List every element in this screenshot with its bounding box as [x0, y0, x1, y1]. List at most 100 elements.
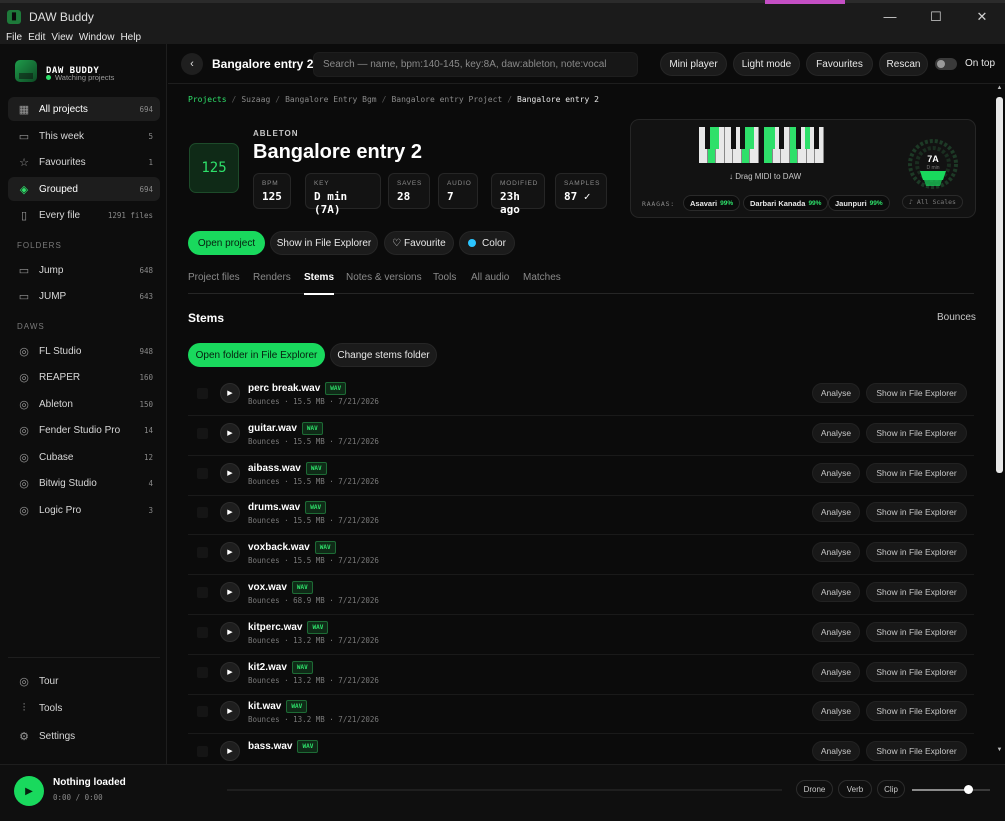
sidebar-item-fl-studio[interactable]: ◎ FL Studio 948 [8, 339, 160, 363]
stem-row[interactable]: ▶ aibass.wav WAV Bounces · 15.5 MB · 7/21/2… [188, 456, 974, 496]
row-checkbox[interactable] [197, 507, 208, 519]
sidebar-item-all-projects[interactable]: ▦ All projects 694 [8, 97, 160, 121]
row-show-in-explorer-button[interactable]: Show in File Explorer [866, 422, 967, 443]
sidebar-item-grouped[interactable]: ◈ Grouped 694 [8, 177, 160, 201]
analyse-button[interactable]: Analyse [812, 462, 860, 483]
row-checkbox[interactable] [197, 427, 208, 439]
breadcrumb-item[interactable]: Bangalore entry Project [391, 95, 502, 104]
favourite-button[interactable]: ♡ Favourite [384, 231, 454, 255]
sidebar-item-fender-studio-pro[interactable]: ◎ Fender Studio Pro 14 [8, 418, 160, 442]
light-mode-button[interactable]: Light mode [733, 52, 800, 76]
row-show-in-explorer-button[interactable]: Show in File Explorer [866, 582, 967, 602]
sidebar-item-cubase[interactable]: ◎ Cubase 12 [8, 445, 160, 469]
menu-window[interactable]: Window [79, 32, 115, 43]
row-show-in-explorer-button[interactable]: Show in File Explorer [866, 741, 967, 762]
breadcrumb-item[interactable]: Suzaag [241, 95, 270, 104]
raga-chip[interactable]: Darbari Kanada 99% [743, 195, 829, 211]
row-checkbox[interactable] [197, 666, 208, 678]
row-play-button[interactable]: ▶ [220, 741, 240, 762]
tab-project-files[interactable]: Project files [188, 272, 240, 283]
analyse-button[interactable]: Analyse [812, 542, 860, 563]
row-play-button[interactable]: ▶ [220, 542, 240, 563]
row-checkbox[interactable] [197, 706, 208, 718]
row-checkbox[interactable] [197, 626, 208, 638]
analyse-button[interactable]: Analyse [812, 422, 860, 443]
back-button[interactable]: ‹ [181, 53, 203, 75]
volume-slider[interactable] [912, 785, 990, 794]
on-top-toggle[interactable] [935, 58, 957, 70]
row-play-button[interactable]: ▶ [220, 661, 240, 682]
scroll-up-icon[interactable]: ▲ [996, 85, 1003, 91]
row-checkbox[interactable] [197, 746, 208, 758]
stem-row[interactable]: ▶ voxback.wav WAV Bounces · 15.5 MB · 7/21/… [188, 535, 974, 576]
sidebar-item-this-week[interactable]: ▭ This week 5 [8, 124, 160, 148]
sidebar-item-every-file[interactable]: ▯ Every file 1291 files [8, 203, 160, 227]
mini-player-button[interactable]: Mini player [660, 52, 727, 76]
row-show-in-explorer-button[interactable]: Show in File Explorer [866, 621, 967, 642]
favourites-button[interactable]: Favourites [806, 52, 873, 76]
seek-bar[interactable] [227, 789, 782, 791]
sidebar-item-tools[interactable]: ⫶ Tools [8, 696, 160, 720]
analyse-button[interactable]: Analyse [812, 741, 860, 762]
sidebar-item-settings[interactable]: ⚙ Settings [8, 724, 160, 748]
stem-row[interactable]: ▶ kit.wav WAV Bounces · 13.2 MB · 7/21/2026… [188, 694, 974, 735]
row-show-in-explorer-button[interactable]: Show in File Explorer [866, 462, 967, 483]
all-scales-button[interactable]: ♪ All Scales [902, 195, 963, 209]
scrollbar-thumb[interactable] [996, 97, 1003, 473]
row-checkbox[interactable] [197, 388, 208, 399]
sidebar-item-folder-jump-caps[interactable]: ▭ JUMP 643 [8, 284, 160, 308]
piano-keyboard-octave-2[interactable] [764, 127, 824, 163]
sidebar-item-folder-jump[interactable]: ▭ Jump 648 [8, 258, 160, 282]
search-input[interactable] [313, 52, 638, 77]
stem-row[interactable]: ▶ vox.wav WAV Bounces · 68.9 MB · 7/21/2026… [188, 575, 974, 615]
row-play-button[interactable]: ▶ [220, 383, 240, 403]
row-show-in-explorer-button[interactable]: Show in File Explorer [866, 383, 967, 403]
menu-view[interactable]: View [51, 32, 73, 43]
row-checkbox[interactable] [197, 547, 208, 559]
analyse-button[interactable]: Analyse [812, 701, 860, 722]
drone-button[interactable]: Drone [796, 780, 833, 798]
play-button[interactable]: ▶ [14, 776, 44, 806]
sidebar-item-tour[interactable]: ◎ Tour [8, 669, 160, 693]
row-checkbox[interactable] [197, 587, 208, 598]
open-project-button[interactable]: Open project [188, 231, 265, 255]
analyse-button[interactable]: Analyse [812, 621, 860, 642]
color-button[interactable]: Color [459, 231, 515, 255]
stem-row[interactable]: ▶ kit2.wav WAV Bounces · 13.2 MB · 7/21/202… [188, 655, 974, 695]
row-show-in-explorer-button[interactable]: Show in File Explorer [866, 502, 967, 523]
main-scrollbar[interactable]: ▲ ▼ [994, 85, 1005, 757]
minimize-button[interactable]: — [867, 3, 913, 30]
stem-row[interactable]: ▶ kitperc.wav WAV Bounces · 13.2 MB · 7/21/… [188, 615, 974, 655]
rescan-button[interactable]: Rescan [879, 52, 928, 76]
row-show-in-explorer-button[interactable]: Show in File Explorer [866, 661, 967, 682]
analyse-button[interactable]: Analyse [812, 661, 860, 682]
breadcrumb-projects[interactable]: Projects [188, 95, 227, 104]
menu-file[interactable]: File [6, 32, 22, 43]
volume-knob[interactable] [964, 785, 974, 794]
menu-edit[interactable]: Edit [28, 32, 45, 43]
tab-tools[interactable]: Tools [433, 272, 456, 283]
breadcrumb-item[interactable]: Bangalore Entry Bgm [285, 95, 377, 104]
stem-row[interactable]: ▶ bass.wav WAV Analyse Show in File Explorer [188, 734, 974, 765]
tab-renders[interactable]: Renders [253, 272, 291, 283]
raga-chip[interactable]: Jaunpuri 99% [828, 195, 890, 211]
tab-stems[interactable]: Stems [304, 272, 335, 295]
sidebar-item-logic-pro[interactable]: ◎ Logic Pro 3 [8, 498, 160, 522]
drag-midi-label[interactable]: ↓ Drag MIDI to DAW [729, 172, 801, 181]
row-play-button[interactable]: ▶ [220, 502, 240, 523]
tab-all-audio[interactable]: All audio [471, 272, 509, 283]
row-play-button[interactable]: ▶ [220, 701, 240, 722]
stem-row[interactable]: ▶ perc break.wav WAV Bounces · 15.5 MB · 7/… [188, 376, 974, 416]
clip-button[interactable]: Clip [877, 780, 905, 798]
verb-button[interactable]: Verb [838, 780, 872, 798]
menu-help[interactable]: Help [120, 32, 141, 43]
stem-row[interactable]: ▶ drums.wav WAV Bounces · 15.5 MB · 7/21/20… [188, 495, 974, 536]
tab-matches[interactable]: Matches [523, 272, 561, 283]
row-play-button[interactable]: ▶ [220, 582, 240, 602]
analyse-button[interactable]: Analyse [812, 383, 860, 403]
open-stems-folder-button[interactable]: Open folder in File Explorer [188, 343, 325, 367]
row-play-button[interactable]: ▶ [220, 462, 240, 483]
row-show-in-explorer-button[interactable]: Show in File Explorer [866, 701, 967, 722]
show-in-explorer-button[interactable]: Show in File Explorer [270, 231, 378, 255]
row-play-button[interactable]: ▶ [220, 621, 240, 642]
